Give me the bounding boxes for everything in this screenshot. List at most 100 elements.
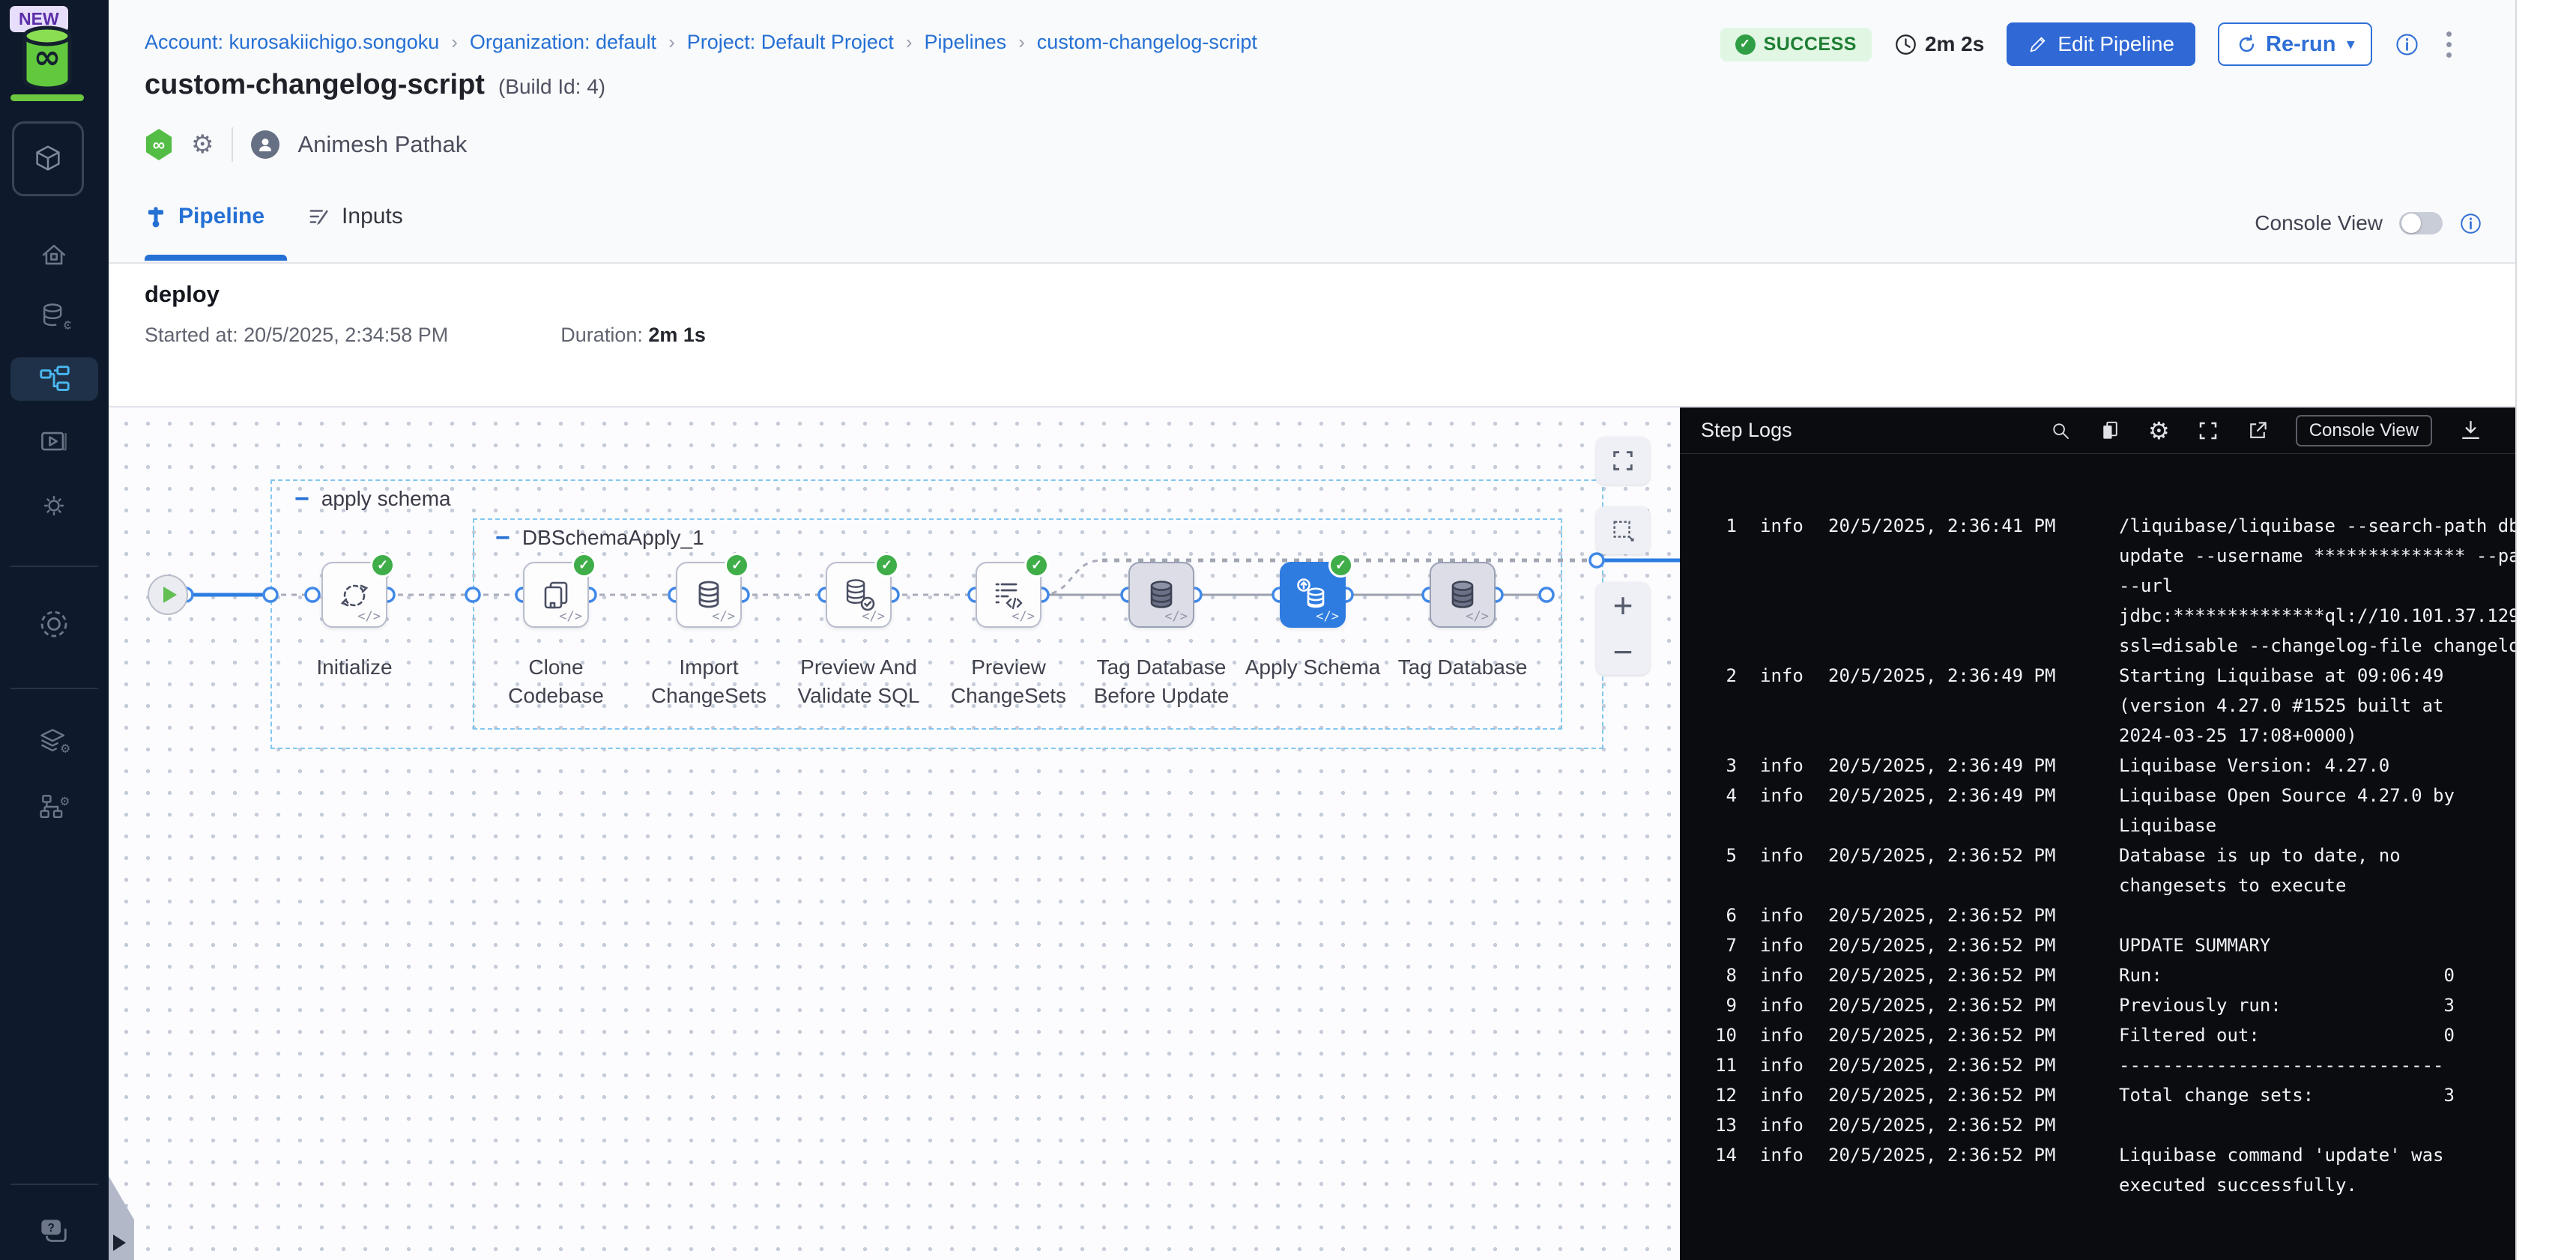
sidebar-item-home[interactable] <box>37 238 70 271</box>
canvas-fullscreen-button[interactable] <box>1596 437 1650 485</box>
active-tab-underline <box>145 255 287 261</box>
pipeline-tab-icon <box>145 205 167 228</box>
gear-icon[interactable]: ⚙ <box>191 130 214 160</box>
info-icon[interactable] <box>2395 32 2419 57</box>
nav-divider <box>10 688 98 689</box>
breadcrumb-organization[interactable]: Organization: default <box>470 31 656 54</box>
log-lines[interactable]: 1info20/5/2025, 2:36:41 PM/liquibase/liq… <box>1680 454 2515 1200</box>
step-logs-panel: Step Logs ⚙ Console View 1info20/5/2025,… <box>1680 408 2515 1260</box>
status-badge: ✓ SUCCESS <box>1720 28 1872 61</box>
pipeline-node-apply-schema[interactable]: ✓</> <box>1280 562 1346 628</box>
db-solid-icon <box>1445 577 1481 613</box>
sidebar-item-settings-1[interactable] <box>37 489 70 522</box>
harness-dbops-logo[interactable]: ∞ <box>21 25 73 90</box>
node-label: Preview AndValidate SQL <box>787 653 930 710</box>
svg-text:?: ? <box>47 1222 54 1235</box>
play-icon <box>163 587 177 603</box>
step-success-badge: ✓ <box>572 553 596 578</box>
person-icon <box>256 136 274 154</box>
log-console-view-button[interactable]: Console View <box>2296 415 2432 446</box>
log-row: 8info20/5/2025, 2:36:52 PMRun: 0 <box>1695 960 2515 990</box>
pipeline-node-initialize[interactable]: ✓</> <box>321 562 387 628</box>
more-options-menu[interactable] <box>2442 27 2456 62</box>
node-label: CloneCodebase <box>485 653 627 710</box>
log-row: 2info20/5/2025, 2:36:49 PMStarting Liqui… <box>1695 661 2515 751</box>
zoom-out-button[interactable]: − <box>1596 629 1650 675</box>
stage-name: deploy <box>145 281 220 308</box>
pipeline-meta-row: ∞ ⚙ Animesh Pathak <box>145 126 467 163</box>
sidebar-item-database[interactable]: ⚙ <box>37 300 70 333</box>
title-row: custom-changelog-script (Build Id: 4) <box>145 69 605 101</box>
chevron-right-icon: › <box>1018 31 1025 54</box>
breadcrumb-pipelines[interactable]: Pipelines <box>925 31 1007 54</box>
tab-inputs[interactable]: Inputs <box>308 204 403 229</box>
pipeline-graph-canvas[interactable]: − apply schema − DBSchemaApply_1 <box>109 408 1680 1260</box>
log-row: 11info20/5/2025, 2:36:52 PM-------------… <box>1695 1050 2515 1080</box>
inputs-tab-icon <box>308 205 330 228</box>
log-fullscreen-icon[interactable] <box>2197 420 2219 442</box>
pipeline-node-preview-and-validate-sql[interactable]: ✓</> <box>826 562 892 628</box>
log-open-external-icon[interactable] <box>2246 420 2269 442</box>
pipeline-node-clone-codebase[interactable]: ✓</> <box>523 562 589 628</box>
sidebar-item-help[interactable]: ? <box>37 1215 71 1250</box>
breadcrumb-project[interactable]: Project: Default Project <box>687 31 894 54</box>
elapsed-value: 2m 2s <box>1925 32 1984 56</box>
sidebar-item-hierarchy[interactable]: ⚙ <box>37 790 70 823</box>
log-download-icon[interactable] <box>2459 419 2482 442</box>
node-label: Tag Database <box>1391 653 1534 682</box>
sidebar-item-executions[interactable] <box>37 425 70 458</box>
sidebar-item-pipelines-active[interactable] <box>10 357 98 401</box>
node-label: PreviewChangeSets <box>937 653 1080 710</box>
log-copy-icon[interactable] <box>2099 420 2121 442</box>
console-view-toggle[interactable] <box>2399 212 2443 234</box>
log-row: 1info20/5/2025, 2:36:41 PM/liquibase/liq… <box>1695 511 2515 661</box>
breadcrumb-account[interactable]: Account: kurosakiichigo.songoku <box>145 31 439 54</box>
page-scroll-gutter[interactable] <box>2515 0 2576 1260</box>
info-icon[interactable] <box>2459 212 2482 235</box>
canvas-select-button[interactable] <box>1596 506 1650 554</box>
node-label: Initialize <box>283 653 426 682</box>
elapsed-time: 2m 2s <box>1894 32 1984 56</box>
gear-icon <box>36 606 72 642</box>
log-search-icon[interactable] <box>2049 420 2072 442</box>
log-row: 10info20/5/2025, 2:36:52 PMFiltered out:… <box>1695 1020 2515 1050</box>
started-at: Started at: 20/5/2025, 2:34:58 PM <box>145 324 448 347</box>
gear-icon <box>37 489 70 522</box>
step-success-badge: ✓ <box>370 553 395 578</box>
console-view-label: Console View <box>2255 211 2383 235</box>
rerun-button[interactable]: Re-run ▾ <box>2218 22 2372 66</box>
edit-pipeline-button[interactable]: Edit Pipeline <box>2007 22 2195 66</box>
module-selector[interactable] <box>12 121 84 196</box>
hierarchy-gear-icon: ⚙ <box>37 790 70 823</box>
db-icon <box>691 577 727 613</box>
pipeline-node-preview-changesets[interactable]: ✓</> <box>976 562 1041 628</box>
console-view-toggle-row: Console View <box>2255 211 2482 235</box>
db-solid-icon <box>1143 577 1179 613</box>
stage-start-node[interactable] <box>148 575 188 615</box>
pipeline-execution-page: NEW ∞ ⚙ <box>0 0 2576 1260</box>
step-success-badge: ✓ <box>725 553 749 578</box>
nav-divider <box>10 566 98 567</box>
nav-divider <box>10 1184 98 1185</box>
pipeline-node-import-changesets[interactable]: ✓</> <box>676 562 742 628</box>
code-glyph-icon: </> <box>1316 609 1339 624</box>
executions-play-icon <box>37 425 70 458</box>
tab-pipeline[interactable]: Pipeline <box>145 204 264 229</box>
zoom-in-button[interactable]: + <box>1596 582 1650 629</box>
svg-text:⚙: ⚙ <box>59 795 70 808</box>
pipeline-node-tag-database[interactable]: </> <box>1430 562 1496 628</box>
log-row: 5info20/5/2025, 2:36:52 PMDatabase is up… <box>1695 840 2515 900</box>
pipeline-node-tag-database-before-update[interactable]: </> <box>1128 562 1194 628</box>
page-header: Account: kurosakiichigo.songoku › Organiz… <box>109 0 2576 264</box>
sidebar-item-layers[interactable]: ⚙ <box>37 724 70 757</box>
pencil-icon <box>2028 34 2048 55</box>
header-controls: ✓ SUCCESS 2m 2s Edit Pipeline Re-run <box>1720 21 2456 67</box>
refresh-icon <box>2236 34 2258 55</box>
log-settings-icon[interactable]: ⚙ <box>2148 417 2170 445</box>
sidebar-item-settings-2[interactable] <box>36 606 72 642</box>
cube-icon <box>31 142 65 176</box>
pipeline-icon <box>37 362 72 396</box>
tab-bar: Pipeline Inputs <box>145 204 403 229</box>
layers-gear-icon: ⚙ <box>37 724 70 757</box>
breadcrumb-pipeline-name[interactable]: custom-changelog-script <box>1037 31 1257 54</box>
